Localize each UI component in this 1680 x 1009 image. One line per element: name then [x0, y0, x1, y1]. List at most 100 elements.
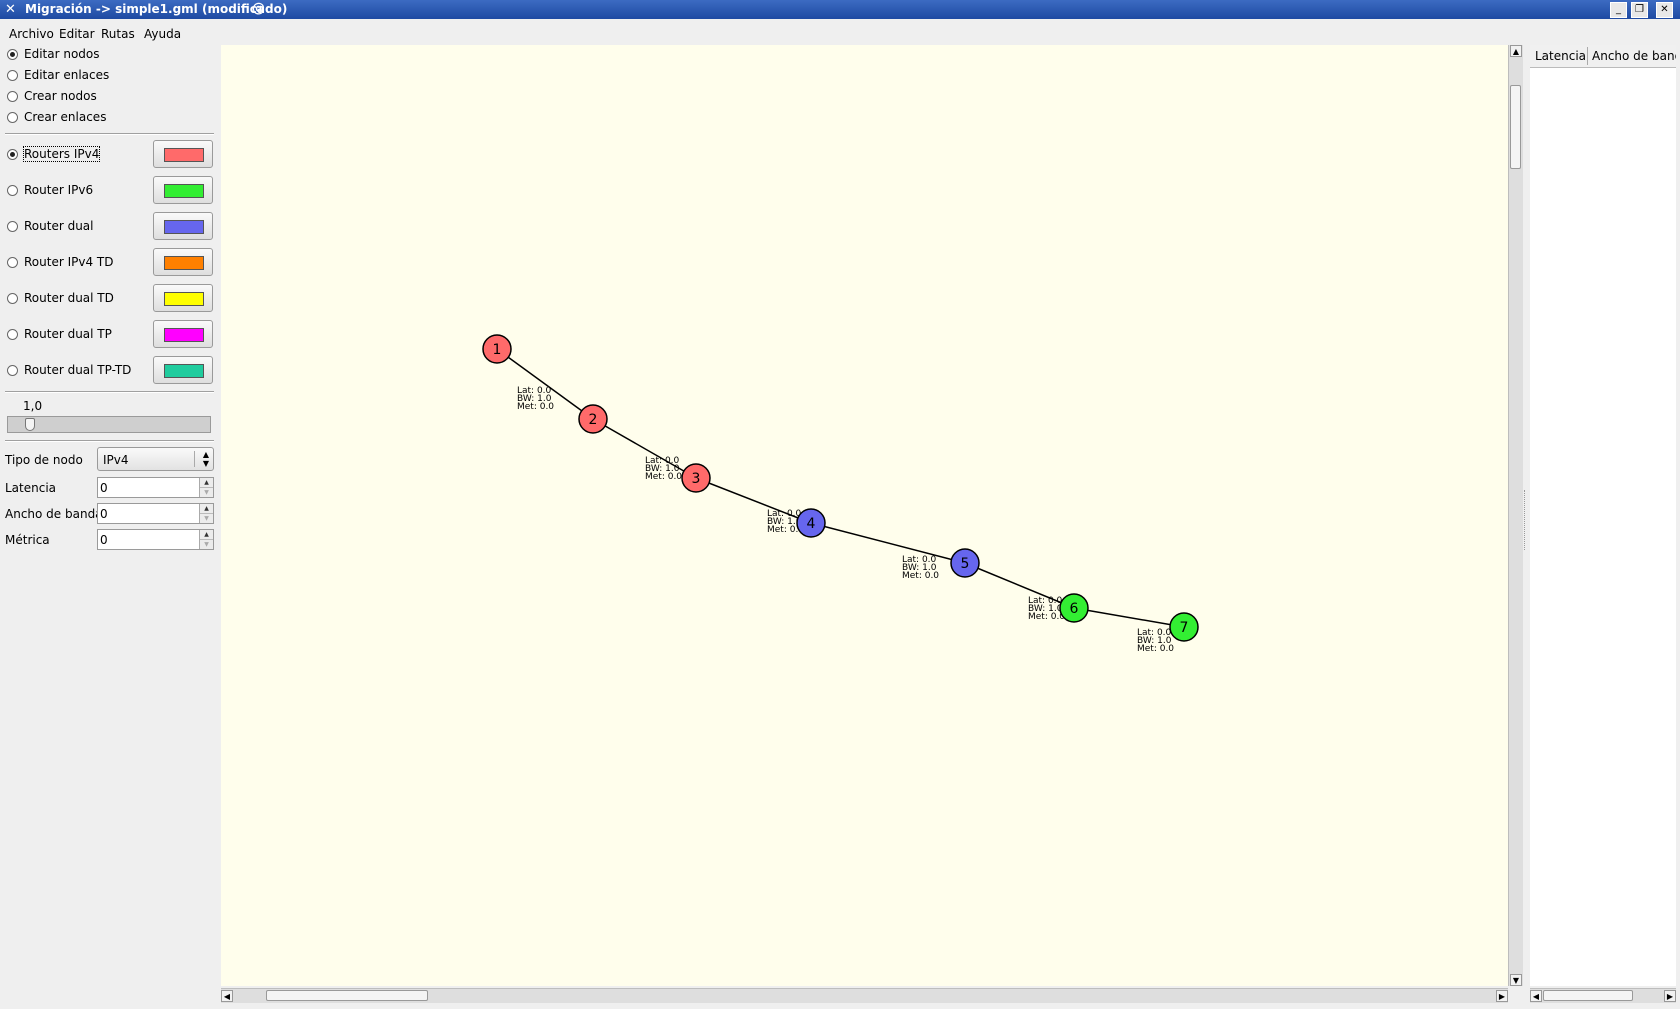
edge-label: Met: 0.0	[517, 402, 554, 412]
divider	[1587, 47, 1588, 65]
bandwidth-spinner[interactable]: 0 ▲ ▼	[97, 503, 214, 524]
node-type-label: Tipo de nodo	[5, 453, 83, 467]
edge-label: Met: 0.0	[1028, 612, 1065, 622]
menu-rutas[interactable]: Rutas	[101, 27, 135, 41]
color-button-ipv4[interactable]	[153, 140, 213, 168]
color-button-dual-tp-td[interactable]	[153, 356, 213, 384]
title-bar: ✕ Migración -> simple1.gml (modificado) …	[0, 0, 1680, 19]
spin-up-button[interactable]: ▲	[200, 530, 213, 540]
menu-ayuda[interactable]: Ayuda	[144, 27, 181, 41]
radio-icon[interactable]	[7, 48, 18, 60]
scroll-down-arrow-icon[interactable]: ▼	[1510, 974, 1522, 986]
router-type-ipv4[interactable]: Routers IPv4	[7, 145, 101, 163]
spin-down-button[interactable]: ▼	[200, 488, 213, 497]
radio-icon[interactable]	[7, 220, 18, 232]
color-swatch	[164, 220, 204, 234]
spinner-buttons: ▲ ▼	[199, 504, 213, 523]
radio-icon[interactable]	[7, 328, 18, 340]
scroll-right-arrow-icon[interactable]: ▶	[1496, 990, 1508, 1002]
radio-icon[interactable]	[7, 256, 18, 268]
scroll-thumb[interactable]	[1543, 990, 1633, 1001]
zoom-slider[interactable]	[7, 416, 211, 433]
scroll-up-arrow-icon[interactable]: ▲	[1510, 45, 1522, 57]
scroll-thumb[interactable]	[266, 990, 428, 1001]
spin-up-button[interactable]: ▲	[200, 504, 213, 514]
mode-edit-links[interactable]: Editar enlaces	[7, 66, 109, 84]
scroll-left-arrow-icon[interactable]: ◀	[1530, 990, 1542, 1002]
maximize-button[interactable]: ❐	[1631, 2, 1648, 18]
updown-arrow-icon: ▲ ▼	[202, 450, 209, 468]
radio-icon[interactable]	[7, 184, 18, 196]
panel-splitter[interactable]	[1524, 490, 1529, 550]
mode-label: Crear nodos	[24, 89, 97, 103]
node-type-select[interactable]: IPv4 ▲ ▼	[97, 447, 214, 471]
color-button-dual[interactable]	[153, 212, 213, 240]
spin-down-button[interactable]: ▼	[200, 540, 213, 549]
color-swatch	[164, 148, 204, 162]
radio-icon[interactable]	[7, 90, 18, 102]
mode-edit-nodes[interactable]: Editar nodos	[7, 45, 100, 63]
minimize-button[interactable]: _	[1610, 2, 1627, 18]
router-type-label: Router dual TP-TD	[24, 363, 132, 377]
close-button[interactable]: ✕	[1656, 2, 1673, 18]
graph-node-label: 6	[1070, 601, 1079, 617]
graph-node-label: 3	[692, 471, 701, 487]
router-type-dual-tp-td[interactable]: Router dual TP-TD	[7, 361, 131, 379]
zoom-slider-handle[interactable]	[25, 418, 35, 431]
latency-spinner[interactable]: 0 ▲ ▼	[97, 477, 214, 498]
radio-icon[interactable]	[7, 292, 18, 304]
radio-icon[interactable]	[7, 148, 18, 160]
graph-canvas[interactable]: Lat: 0.0 BW: 1.0 Met: 0.0 Lat: 0.0 BW: 1.0 Me…	[221, 45, 1508, 986]
router-type-dual[interactable]: Router dual	[7, 217, 94, 235]
radio-icon[interactable]	[7, 69, 18, 81]
horizontal-scrollbar[interactable]: ◀ ▶	[221, 988, 1508, 1003]
router-type-label: Router dual	[24, 219, 94, 233]
mode-label: Editar nodos	[24, 47, 100, 61]
bandwidth-value: 0	[100, 507, 108, 521]
color-button-dual-tp[interactable]	[153, 320, 213, 348]
router-type-label: Router IPv4 TD	[24, 255, 114, 269]
router-type-dual-tp[interactable]: Router dual TP	[7, 325, 112, 343]
color-swatch	[164, 328, 204, 342]
mode-create-nodes[interactable]: Crear nodos	[7, 87, 97, 105]
graph-edge-6-7[interactable]	[1073, 607, 1185, 628]
mode-label: Editar enlaces	[24, 68, 110, 82]
scroll-left-arrow-icon[interactable]: ◀	[221, 990, 233, 1002]
mode-label: Crear enlaces	[24, 110, 107, 124]
router-type-label: Routers IPv4	[22, 146, 101, 162]
spinner-buttons: ▲ ▼	[199, 530, 213, 549]
menu-editar[interactable]: Editar	[59, 27, 95, 41]
latency-label: Latencia	[5, 481, 57, 495]
edge-label: Met: 0.0	[1137, 644, 1174, 654]
zoom-value: 1,0	[23, 399, 43, 413]
column-header-bandwidth[interactable]: Ancho de band	[1592, 49, 1676, 63]
vertical-scrollbar[interactable]: ▲ ▼	[1508, 45, 1523, 986]
spin-down-button[interactable]: ▼	[200, 514, 213, 523]
radio-icon[interactable]	[7, 111, 18, 123]
metric-value: 0	[100, 533, 108, 547]
spin-up-button[interactable]: ▲	[200, 478, 213, 488]
metric-label: Métrica	[5, 533, 50, 547]
properties-table: Latencia Ancho de band	[1530, 45, 1676, 986]
color-button-ipv6[interactable]	[153, 176, 213, 204]
router-type-ipv6[interactable]: Router IPv6	[7, 181, 93, 199]
router-type-ipv4-td[interactable]: Router IPv4 TD	[7, 253, 113, 271]
graph-node-label: 1	[493, 342, 502, 358]
scroll-right-arrow-icon[interactable]: ▶	[1664, 990, 1676, 1002]
radio-icon[interactable]	[7, 364, 18, 376]
spinner-buttons: ▲ ▼	[199, 478, 213, 497]
graph-svg: Lat: 0.0BW: 1.0Met: 0.0Lat: 0.0BW: 1.0Me…	[482, 334, 1199, 654]
color-button-dual-td[interactable]	[153, 284, 213, 312]
scroll-thumb[interactable]	[1510, 85, 1521, 169]
metric-spinner[interactable]: 0 ▲ ▼	[97, 529, 214, 550]
table-horizontal-scrollbar[interactable]: ◀ ▶	[1530, 988, 1676, 1003]
color-swatch	[164, 256, 204, 270]
color-swatch	[164, 364, 204, 378]
graph-node-label: 4	[807, 516, 816, 532]
router-type-dual-td[interactable]: Router dual TD	[7, 289, 114, 307]
color-button-ipv4-td[interactable]	[153, 248, 213, 276]
graph-edge-4-5[interactable]	[810, 522, 966, 564]
menu-archivo[interactable]: Archivo	[9, 27, 54, 41]
column-header-latency[interactable]: Latencia	[1535, 49, 1586, 63]
mode-create-links[interactable]: Crear enlaces	[7, 108, 106, 126]
